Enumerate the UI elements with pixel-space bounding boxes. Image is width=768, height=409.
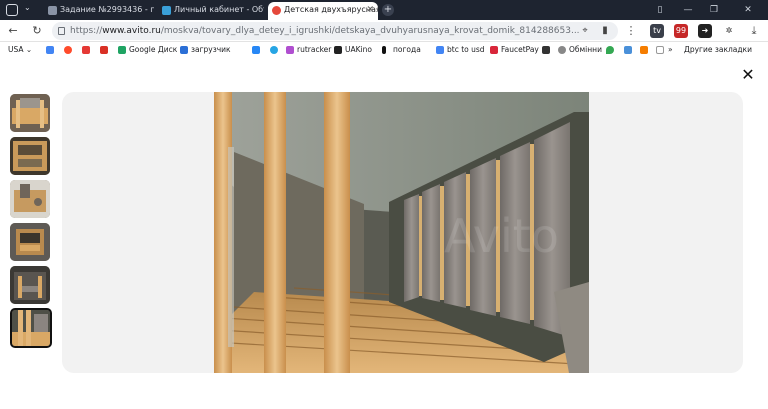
tab-task[interactable]: Задание №2993436 - про bbox=[44, 2, 154, 20]
thumbnail-image bbox=[10, 94, 50, 132]
thumbnail-2[interactable] bbox=[10, 137, 50, 175]
url-prefix: https:// bbox=[70, 26, 103, 36]
thumbnail-1[interactable] bbox=[10, 94, 50, 132]
bookmark-usa[interactable]: USA ⌄ bbox=[0, 44, 32, 56]
tab-label: Задание №2993436 - про bbox=[60, 5, 154, 14]
svg-text:Avito: Avito bbox=[444, 209, 559, 263]
back-icon[interactable]: ← bbox=[6, 24, 20, 38]
bookmark-rutracker[interactable]: rutracker bbox=[286, 44, 331, 56]
bookmark-youtube[interactable] bbox=[82, 44, 93, 56]
bunk-bed-photo-image: Avito bbox=[214, 92, 589, 373]
bookmark-downloader[interactable]: загрузчик bbox=[180, 44, 231, 56]
url-input[interactable]: https://www.avito.ru/moskva/tovary_dlya_… bbox=[52, 22, 618, 40]
bookmarks-bar: USA ⌄ Google Диск загрузчик rutracker UA… bbox=[0, 42, 768, 58]
star-icon bbox=[624, 46, 632, 54]
bookmark-gmail[interactable] bbox=[100, 44, 111, 56]
gmail-icon bbox=[100, 46, 108, 54]
maps-pin-icon bbox=[606, 46, 614, 54]
tab-favicon-icon bbox=[272, 6, 281, 15]
tab-label: Детская двухъярусная bbox=[284, 5, 378, 14]
extensions-puzzle-icon[interactable]: ✲ bbox=[722, 24, 736, 38]
telegram-icon bbox=[270, 46, 278, 54]
lock-icon bbox=[58, 27, 65, 35]
download-icon[interactable]: ⤓ bbox=[747, 24, 761, 38]
address-bar-row: ← ↻ https://www.avito.ru/moskva/tovary_d… bbox=[0, 20, 768, 42]
more-icon[interactable]: ⋮ bbox=[624, 24, 638, 38]
extension-badge-icon[interactable]: 99 bbox=[674, 24, 688, 38]
bookmark-telegram[interactable] bbox=[270, 44, 281, 56]
extension-script-icon[interactable]: ➜ bbox=[698, 24, 712, 38]
vk-icon bbox=[252, 46, 260, 54]
url-path: /moskva/tovary_dlya_detey_i_igrushki/det… bbox=[160, 26, 580, 36]
bookmark-btc[interactable]: btc to usd bbox=[436, 44, 485, 56]
grid-icon bbox=[542, 46, 550, 54]
other-bookmarks[interactable]: Другие закладки bbox=[684, 44, 752, 56]
bookmark-weather[interactable]: погода bbox=[382, 44, 421, 56]
thumbnail-image bbox=[10, 266, 50, 304]
thumbnail-image bbox=[12, 310, 50, 346]
tab-avito-listing[interactable]: Детская двухъярусная ✕ bbox=[268, 2, 378, 20]
uakino-icon bbox=[334, 46, 342, 54]
google-icon bbox=[46, 46, 54, 54]
tab-close-icon[interactable]: ✕ bbox=[366, 2, 374, 18]
bookmark-icon[interactable]: ▯ bbox=[652, 3, 668, 17]
bookmark-uakino[interactable]: UAKino bbox=[334, 44, 372, 56]
bookmark-maps[interactable] bbox=[606, 44, 617, 56]
bookmark-exchange[interactable]: Обмінни bbox=[558, 44, 602, 56]
exchange-icon bbox=[558, 46, 566, 54]
minimize-icon[interactable]: — bbox=[680, 3, 696, 17]
google-drive-icon bbox=[118, 46, 126, 54]
bookmark-vk[interactable] bbox=[252, 44, 263, 56]
tab-cabinet[interactable]: Личный кабинет - Объяв bbox=[158, 2, 264, 20]
bookmark-yandex[interactable] bbox=[64, 44, 75, 56]
bookmark-blogger[interactable] bbox=[640, 44, 651, 56]
url-domain: www.avito.ru bbox=[102, 26, 161, 36]
weather-icon bbox=[382, 46, 386, 54]
youtube-icon bbox=[82, 46, 90, 54]
share-icon[interactable]: ⌖ bbox=[578, 24, 592, 38]
rutracker-icon bbox=[286, 46, 294, 54]
thumbnail-image bbox=[10, 223, 50, 261]
bookmark-doc[interactable] bbox=[656, 44, 667, 56]
thumbnail-3[interactable] bbox=[10, 180, 50, 218]
bookmark-misc[interactable] bbox=[542, 44, 553, 56]
tab-list-chevron-icon[interactable]: ⌄ bbox=[24, 3, 31, 12]
maximize-icon[interactable]: ❐ bbox=[706, 3, 722, 17]
bookmark-star-icon[interactable]: ▮ bbox=[598, 24, 612, 38]
bookmark-google-drive[interactable]: Google Диск bbox=[118, 44, 177, 56]
tab-favicon-icon bbox=[48, 6, 57, 15]
faucetpay-icon bbox=[490, 46, 498, 54]
bookmark-faucetpay[interactable]: FaucetPay bbox=[490, 44, 539, 56]
browser-chrome: ⌄ Задание №2993436 - про Личный кабинет … bbox=[0, 0, 768, 62]
tab-bar: ⌄ Задание №2993436 - про Личный кабинет … bbox=[0, 0, 768, 20]
thumbnail-4[interactable] bbox=[10, 223, 50, 261]
blogger-icon bbox=[640, 46, 648, 54]
bookmarks-overflow-icon[interactable]: » bbox=[668, 44, 673, 56]
google-icon bbox=[436, 46, 444, 54]
document-icon bbox=[656, 46, 664, 54]
reload-icon[interactable]: ↻ bbox=[30, 24, 44, 38]
downloader-icon bbox=[180, 46, 188, 54]
tab-label: Личный кабинет - Объяв bbox=[174, 5, 264, 14]
main-listing-photo[interactable]: Avito bbox=[214, 92, 589, 373]
thumbnail-5[interactable] bbox=[10, 266, 50, 304]
thumbnail-6-selected[interactable] bbox=[10, 308, 52, 348]
close-gallery-button[interactable]: ✕ bbox=[739, 66, 757, 84]
thumbnail-image bbox=[10, 137, 50, 175]
new-tab-button[interactable]: + bbox=[382, 4, 394, 16]
tab-favicon-icon bbox=[162, 6, 171, 15]
thumbnail-image bbox=[10, 180, 50, 218]
yandex-icon bbox=[64, 46, 72, 54]
bookmark-google[interactable] bbox=[46, 44, 57, 56]
bookmark-star[interactable] bbox=[624, 44, 635, 56]
browser-menu-icon[interactable] bbox=[6, 4, 18, 16]
image-viewer: Avito bbox=[62, 92, 743, 373]
window-close-icon[interactable]: ✕ bbox=[740, 3, 756, 17]
extension-tv-icon[interactable]: tv bbox=[650, 24, 664, 38]
